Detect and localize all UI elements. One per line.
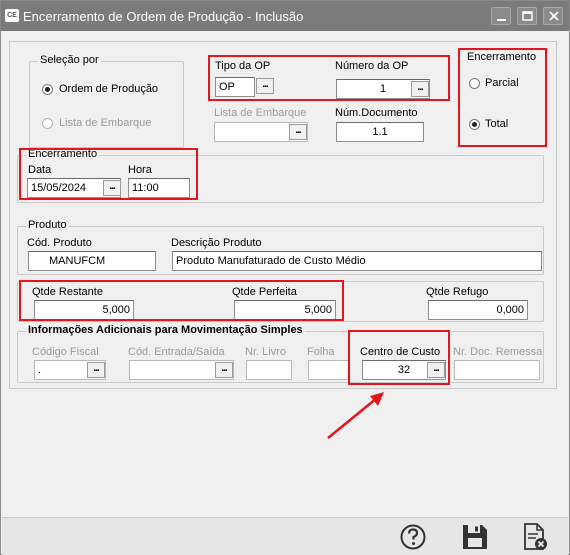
app-icon: CE bbox=[5, 9, 19, 22]
info-adicionais-title: Informações Adicionais para Movimentação… bbox=[26, 324, 305, 336]
cod-produto-field[interactable]: MANUFCM bbox=[28, 251, 156, 271]
dialog-window: CE Encerramento de Ordem de Produção - I… bbox=[0, 0, 570, 555]
desc-produto-label: Descrição Produto bbox=[171, 237, 262, 249]
radio-ordem-producao[interactable] bbox=[42, 84, 53, 95]
radio-total[interactable] bbox=[469, 119, 480, 130]
qtde-restante-label: Qtde Restante bbox=[32, 286, 103, 298]
folha-label: Folha bbox=[307, 346, 335, 358]
lista-embarque-lookup-button[interactable]: ... bbox=[289, 124, 307, 140]
title-bar: CE Encerramento de Ordem de Produção - I… bbox=[1, 1, 569, 31]
minimize-icon bbox=[497, 19, 506, 21]
radio-parcial-label: Parcial bbox=[485, 77, 519, 89]
cod-entrada-saida-label: Cód. Entrada/Saída bbox=[128, 346, 225, 358]
tipo-op-label: Tipo da OP bbox=[215, 60, 271, 72]
bottom-toolbar bbox=[2, 517, 568, 555]
qtde-restante-field[interactable]: 5,000 bbox=[34, 300, 134, 320]
numero-op-label: Número da OP bbox=[335, 60, 409, 72]
close-icon bbox=[549, 11, 559, 21]
folha-field[interactable] bbox=[308, 360, 350, 380]
radio-lista-embarque[interactable] bbox=[42, 118, 53, 129]
selecao-title: Seleção por bbox=[38, 54, 101, 66]
desc-produto-field[interactable]: Produto Manufaturado de Custo Médio bbox=[172, 251, 542, 271]
qtde-perfeita-label: Qtde Perfeita bbox=[232, 286, 297, 298]
data-label: Data bbox=[28, 164, 52, 176]
cod-entrada-saida-lookup-button[interactable]: ... bbox=[215, 362, 233, 378]
codigo-fiscal-lookup-button[interactable]: ... bbox=[87, 362, 105, 378]
radio-ordem-label: Ordem de Produção bbox=[59, 83, 159, 95]
encerramento-title: Encerramento bbox=[26, 148, 100, 160]
codigo-fiscal-label: Código Fiscal bbox=[32, 346, 99, 358]
radio-parcial[interactable] bbox=[469, 78, 480, 89]
main-panel: Seleção por Ordem de Produção Lista de E… bbox=[9, 41, 557, 389]
selecao-group: Seleção por Ordem de Produção Lista de E… bbox=[29, 54, 184, 148]
annotation-arrow-icon bbox=[327, 392, 384, 439]
save-icon bbox=[463, 525, 487, 549]
centro-custo-label: Centro de Custo bbox=[360, 346, 441, 358]
lista-embarque-label: Lista de Embarque bbox=[214, 107, 307, 119]
tipo-op-lookup-button[interactable]: ... bbox=[256, 78, 274, 94]
quantidades-group: Qtde Restante 5,000 Qtde Perfeita 5,000 … bbox=[17, 281, 544, 322]
hora-label: Hora bbox=[128, 164, 152, 176]
maximize-button[interactable] bbox=[517, 7, 537, 25]
cod-produto-label: Cód. Produto bbox=[27, 237, 92, 249]
data-picker-button[interactable]: ... bbox=[103, 180, 121, 196]
save-button[interactable] bbox=[460, 522, 490, 552]
nr-doc-remessa-label: Nr. Doc. Remessa bbox=[453, 346, 543, 358]
nr-livro-field[interactable] bbox=[246, 360, 292, 380]
help-button[interactable] bbox=[398, 522, 428, 552]
tipo-op-field[interactable]: OP bbox=[215, 77, 255, 97]
radio-total-label: Total bbox=[485, 118, 509, 130]
close-button[interactable] bbox=[543, 7, 563, 25]
nr-livro-label: Nr. Livro bbox=[245, 346, 286, 358]
encerramento-group: Encerramento Data 15/05/2024 ... Hora 11… bbox=[17, 148, 544, 203]
help-icon bbox=[400, 524, 426, 550]
cancel-document-button[interactable] bbox=[520, 522, 550, 552]
hora-field[interactable]: 11:00 bbox=[128, 178, 190, 198]
maximize-icon bbox=[522, 11, 533, 21]
cancel-document-icon bbox=[524, 523, 547, 550]
produto-group: Produto Cód. Produto MANUFCM Descrição P… bbox=[17, 219, 544, 275]
num-documento-field[interactable]: 1.1 bbox=[336, 122, 424, 142]
qtde-refugo-field[interactable]: 0,000 bbox=[428, 300, 528, 320]
qtde-refugo-label: Qtde Refugo bbox=[426, 286, 489, 298]
num-documento-label: Núm.Documento bbox=[335, 107, 418, 119]
minimize-button[interactable] bbox=[491, 7, 511, 25]
produto-title: Produto bbox=[26, 219, 69, 231]
info-adicionais-group: Informações Adicionais para Movimentação… bbox=[17, 324, 544, 383]
window-title: Encerramento de Ordem de Produção - Incl… bbox=[23, 9, 304, 24]
centro-custo-lookup-button[interactable]: ... bbox=[427, 362, 445, 378]
nr-doc-remessa-field[interactable] bbox=[454, 360, 540, 380]
encerramento-tipo-title: Encerramento bbox=[467, 51, 537, 63]
qtde-perfeita-field[interactable]: 5,000 bbox=[234, 300, 336, 320]
numero-op-lookup-button[interactable]: ... bbox=[411, 81, 429, 97]
radio-lista-label: Lista de Embarque bbox=[59, 117, 152, 129]
